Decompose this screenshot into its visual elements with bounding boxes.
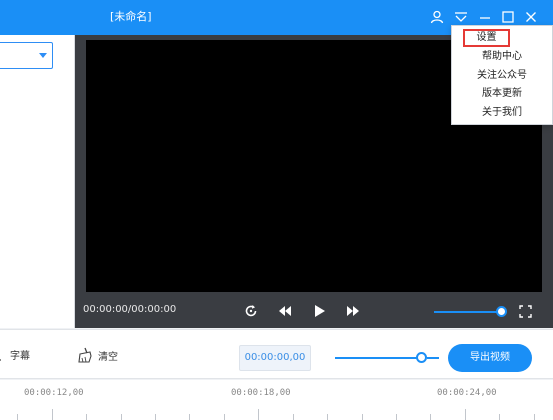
player-timecode: 00:00:00/00:00:00 [83, 304, 177, 315]
subtitle-label: 字幕 [10, 351, 30, 362]
ruler-tick [327, 414, 328, 420]
clear-button[interactable]: 清空 [76, 347, 118, 363]
ruler-tick [362, 414, 363, 420]
close-icon[interactable] [522, 8, 540, 26]
ruler-tick [86, 414, 87, 420]
timeline-ruler[interactable]: 00:00:12,00 00:00:18,00 00:00:24,00 [0, 380, 553, 420]
settings-menu: 设置 帮助中心 关注公众号 版本更新 关于我们 [451, 25, 553, 125]
menu-item-about[interactable]: 关于我们 [452, 104, 552, 122]
zoom-handle[interactable] [416, 352, 427, 363]
ruler-tick [17, 414, 18, 420]
source-select[interactable] [0, 42, 53, 69]
ruler-tick [396, 414, 397, 420]
volume-slider[interactable] [434, 311, 500, 313]
forward-icon[interactable] [343, 301, 363, 321]
minimize-icon[interactable] [476, 8, 494, 26]
app-window: [未命名] 00:00:00/00:00:00 设置 帮助中心 关注公众号 版本… [0, 0, 553, 420]
ruler-tick [224, 414, 225, 420]
ruler-tick [258, 409, 259, 420]
menu-item-follow[interactable]: 关注公众号 [452, 67, 552, 85]
fullscreen-icon[interactable] [515, 301, 535, 321]
window-title: [未命名] [110, 10, 152, 23]
ruler-tick [121, 414, 122, 420]
rewind-icon[interactable] [275, 301, 295, 321]
play-icon[interactable] [310, 301, 330, 321]
menu-item-settings[interactable]: 设置 [463, 29, 510, 47]
ruler-tick [430, 414, 431, 420]
ruler-tick [52, 409, 53, 420]
player-controls: 00:00:00/00:00:00 [75, 295, 553, 328]
ruler-tick [155, 414, 156, 420]
ruler-tick [499, 414, 500, 420]
ruler-tick [293, 414, 294, 420]
subtitle-button[interactable]: 字幕 [0, 347, 30, 362]
ruler-tick [189, 414, 190, 420]
broom-icon [76, 347, 93, 363]
zoom-slider-end [427, 357, 439, 359]
maximize-icon[interactable] [499, 8, 517, 26]
chevron-down-icon [39, 53, 47, 58]
menu-item-help[interactable]: 帮助中心 [452, 48, 552, 66]
export-video-button[interactable]: 导出视频 [448, 344, 532, 372]
menu-down-icon[interactable] [452, 8, 470, 26]
menu-item-update[interactable]: 版本更新 [452, 85, 552, 103]
volume-handle[interactable] [496, 306, 507, 317]
timecode-field[interactable]: 00:00:00,00 [239, 345, 311, 371]
user-icon[interactable] [428, 8, 446, 26]
ruler-tick [465, 409, 466, 420]
ruler-label: 00:00:18,00 [231, 388, 291, 398]
clear-label: 清空 [98, 351, 118, 363]
ruler-label: 00:00:24,00 [437, 388, 497, 398]
zoom-slider[interactable] [335, 357, 419, 359]
ruler-label: 00:00:12,00 [24, 388, 84, 398]
left-panel [0, 35, 75, 328]
replay-icon[interactable] [241, 301, 261, 321]
subtitle-icon [0, 349, 5, 361]
edit-toolbar: 字幕 清空 00:00:00,00 导出视频 [0, 329, 553, 379]
ruler-tick [534, 414, 535, 420]
